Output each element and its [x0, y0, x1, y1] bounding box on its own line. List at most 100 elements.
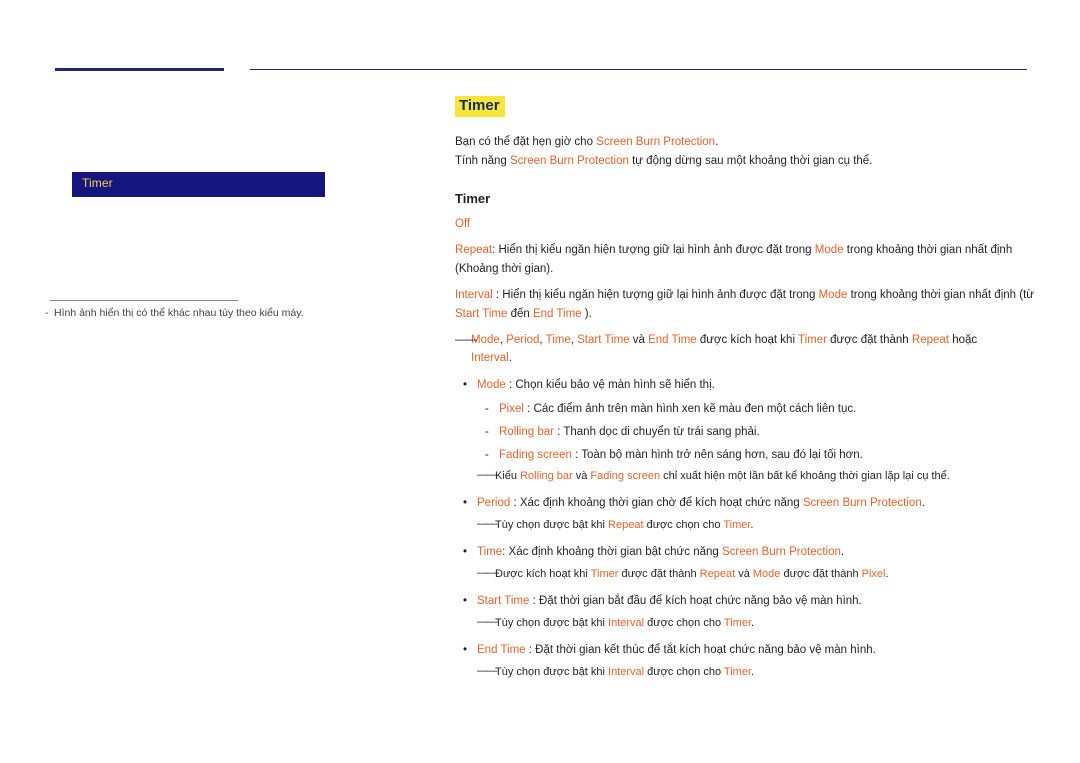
sub-dash-icon: - — [485, 449, 489, 461]
left-footnote-text: Hình ảnh hiển thị có thể khác nhau tùy t… — [54, 307, 304, 319]
note5-interval: Interval — [608, 617, 645, 629]
note3-timer: Timer — [723, 519, 751, 531]
note4-text-d: . — [885, 568, 889, 580]
menu-item-timer[interactable]: Timer — [72, 172, 325, 197]
option-repeat-label: Repeat — [455, 244, 493, 256]
note-dash-icon: ―― — [455, 334, 477, 346]
option-interval-text-a: : Hiển thị kiểu ngăn hiện tượng giữ lại … — [492, 289, 819, 301]
intro-1-link: Screen Burn Protection — [596, 136, 716, 148]
bullet-time-label: Time — [477, 546, 503, 558]
subbullet-rolling-bar: - Rolling bar : Thanh dọc di chuyển từ t… — [477, 423, 1035, 441]
option-repeat-text-b: trong khoảng thời gian nhất định — [843, 244, 1013, 256]
note-end-time: ―― Tùy chọn được bật khi Interval được c… — [477, 664, 1035, 681]
bullet-period-text-b: . — [921, 497, 925, 509]
left-footnote: - Hình ảnh hiển thị có thể khác nhau tùy … — [45, 306, 375, 320]
note4-and: và — [735, 568, 753, 580]
bullet-period-link: Screen Burn Protection — [802, 497, 922, 509]
note6-text-c: . — [751, 666, 755, 678]
page-title: Timer — [455, 96, 505, 117]
note1-text-b: được đặt thành — [826, 334, 912, 346]
note5-text-b: được chọn cho — [644, 617, 724, 629]
bullet-period: • Period : Xác định khoảng thời gian chờ… — [455, 494, 1035, 513]
bullet-icon: • — [463, 379, 468, 391]
note3-text-a: Tùy chọn được bật khi — [495, 519, 609, 531]
option-interval-mode-link: Mode — [818, 289, 848, 301]
note6-interval: Interval — [608, 666, 645, 678]
header-rule-thin — [250, 69, 1027, 70]
bullet-period-label: Period — [477, 497, 511, 509]
note-period: ―― Tùy chọn được bật khi Repeat được chọ… — [477, 517, 1035, 534]
bullet-mode-text: : Chọn kiểu bảo vệ màn hình sẽ hiển thị. — [505, 379, 715, 391]
note3-repeat: Repeat — [608, 519, 644, 531]
intro-2-text-b: tự động dừng sau một khoảng thời gian cụ… — [628, 155, 873, 167]
document-page: Timer - Hình ảnh hiển thị có thể khác nha… — [0, 0, 1080, 763]
bullet-mode: • Mode : Chọn kiểu bảo vệ màn hình sẽ hi… — [455, 376, 1035, 395]
option-off: Off — [455, 215, 1035, 234]
note-activation: ―― Mode, Period, Time, Start Time và End… — [455, 331, 1035, 367]
note1-period-end: . — [508, 352, 512, 364]
note2-and: và — [572, 470, 591, 482]
bullet-time-text-a: : Xác định khoảng thời gian bật chức năn… — [502, 546, 722, 558]
intro-paragraph-1: Bạn có thể đặt hẹn giờ cho Screen Burn P… — [455, 133, 1035, 152]
subbullet-fading-screen: - Fading screen : Toàn bộ màn hình trở n… — [477, 446, 1035, 464]
left-divider — [50, 300, 238, 301]
subbullet-pixel: - Pixel : Các điểm ảnh trên màn hình xen… — [477, 400, 1035, 418]
bullet-start-label: Start Time — [477, 595, 530, 607]
subbullet-rolling-label: Rolling bar — [499, 426, 554, 438]
note1-time: Time — [545, 334, 571, 346]
bullet-end-label: End Time — [477, 644, 526, 656]
intro-paragraph-2: Tính năng Screen Burn Protection tự động… — [455, 152, 1035, 171]
note-dash-icon: ―― — [477, 518, 498, 530]
left-footnote-dash: - — [45, 307, 49, 319]
subbullet-rolling-text: : Thanh dọc di chuyển từ trái sang phải. — [553, 426, 760, 438]
subbullet-fading-label: Fading screen — [499, 449, 572, 461]
note6-timer: Timer — [723, 666, 752, 678]
intro-2-text-a: Tính năng — [455, 155, 510, 167]
bullet-end-text: : Đặt thời gian kết thúc để tắt kích hoạ… — [525, 644, 876, 656]
option-interval-text-b: trong khoảng thời gian nhất định (từ — [847, 289, 1034, 301]
note1-interval: Interval — [471, 352, 509, 364]
note1-text-c: hoặc — [949, 334, 978, 346]
note2-text-a: Kiểu — [495, 470, 521, 482]
note4-timer: Timer — [590, 568, 619, 580]
subbullet-pixel-label: Pixel — [499, 403, 524, 415]
bullet-time: • Time: Xác định khoảng thời gian bật ch… — [455, 543, 1035, 562]
option-repeat-text-c: (Khoảng thời gian). — [455, 263, 554, 275]
option-interval-label: Interval — [455, 289, 493, 301]
note6-text-a: Tùy chọn được bật khi — [495, 666, 609, 678]
note5-text-a: Tùy chọn được bật khi — [495, 617, 609, 629]
option-repeat: Repeat: Hiển thị kiểu ngăn hiện tượng gi… — [455, 241, 1035, 279]
note1-end: End Time — [648, 334, 697, 346]
note5-timer: Timer — [723, 617, 752, 629]
note4-text-b: được đặt thành — [618, 568, 700, 580]
bullet-icon: • — [463, 497, 468, 509]
bullet-start-text: : Đặt thời gian bắt đầu để kích hoạt chứ… — [529, 595, 862, 607]
note2-rolling: Rolling bar — [520, 470, 573, 482]
option-repeat-text-a: : Hiển thị kiểu ngăn hiện tượng giữ lại … — [492, 244, 815, 256]
note-dash-icon: ―― — [477, 469, 498, 481]
option-interval-text-d: ). — [581, 308, 592, 320]
note1-start: Start Time — [577, 334, 630, 346]
note4-repeat: Repeat — [699, 568, 736, 580]
note4-text-a: Được kích hoạt khi — [495, 568, 591, 580]
intro-2-link: Screen Burn Protection — [509, 155, 629, 167]
option-interval-text-c: đến — [507, 308, 533, 320]
bullet-time-text-b: . — [840, 546, 845, 558]
note-start-time: ―― Tùy chọn được bật khi Interval được c… — [477, 615, 1035, 632]
note1-repeat: Repeat — [911, 334, 949, 346]
note1-timer: Timer — [798, 334, 827, 346]
intro-1-text-a: Bạn có thể đặt hẹn giờ cho — [455, 136, 597, 148]
note4-text-c: được đặt thành — [780, 568, 862, 580]
bullet-mode-label: Mode — [477, 379, 506, 391]
sub-dash-icon: - — [485, 403, 489, 415]
subbullet-fading-text: : Toàn bộ màn hình trở nên sáng hơn, sau… — [571, 449, 863, 461]
bullet-start-time: • Start Time : Đặt thời gian bắt đầu để … — [455, 592, 1035, 611]
note1-and: và — [629, 334, 649, 346]
menu-item-timer-label: Timer — [82, 176, 113, 190]
sub-dash-icon: - — [485, 426, 489, 438]
bullet-end-time: • End Time : Đặt thời gian kết thúc để t… — [455, 641, 1035, 660]
note1-text-a: được kích hoạt khi — [696, 334, 798, 346]
note6-text-b: được chọn cho — [644, 666, 724, 678]
note3-text-b: được chọn cho — [643, 519, 724, 531]
bullet-period-text-a: : Xác định khoảng thời gian chờ để kích … — [510, 497, 803, 509]
